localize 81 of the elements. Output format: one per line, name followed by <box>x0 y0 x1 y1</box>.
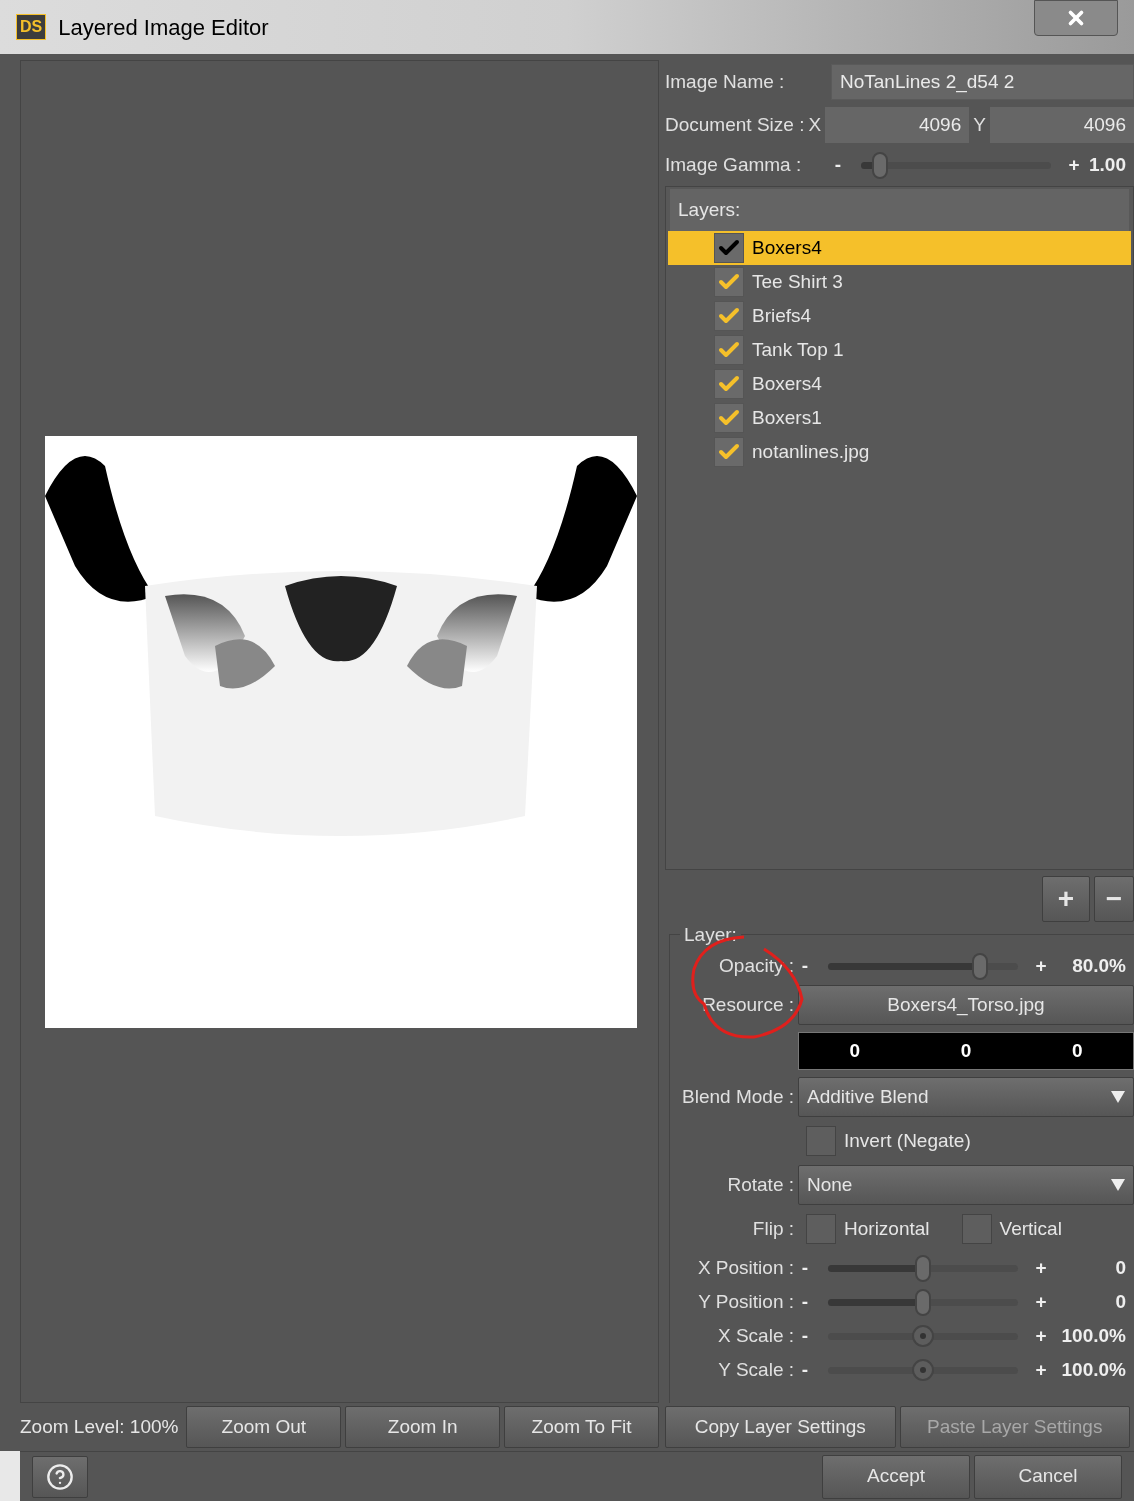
dropdown[interactable]: Additive Blend <box>798 1077 1134 1117</box>
window-title: Layered Image Editor <box>58 13 269 42</box>
minus-sign: - <box>800 1323 810 1348</box>
slider-thumb[interactable] <box>912 1358 934 1381</box>
layers-header: Layers: <box>670 189 1129 231</box>
plus-sign: + <box>1067 152 1081 177</box>
layer-item[interactable]: Boxers4 <box>668 367 1131 401</box>
field-label: Y Position : <box>698 1289 794 1314</box>
field-label: Blend Mode : <box>682 1084 794 1109</box>
minus-sign: - <box>800 1357 810 1382</box>
slider-value: 80.0% <box>1072 953 1127 978</box>
layer-item[interactable]: Boxers1 <box>668 401 1131 435</box>
color-field[interactable]: 0 0 0 <box>798 1032 1134 1070</box>
plus-sign: + <box>1034 1289 1048 1314</box>
slider-thumb[interactable] <box>972 952 988 980</box>
axis-label: X <box>808 112 822 137</box>
app-logo: DS <box>16 14 47 40</box>
minus-sign: - <box>833 152 843 177</box>
checkbox[interactable] <box>714 369 744 399</box>
help-button[interactable] <box>32 1455 88 1498</box>
field-label: Document Size : <box>665 112 805 137</box>
image-name-field[interactable]: NoTanLines 2_d54 2 <box>831 64 1134 100</box>
plus-sign: + <box>1034 953 1048 978</box>
checkbox[interactable] <box>714 233 744 263</box>
slider-thumb[interactable] <box>872 151 888 179</box>
field-label: Image Gamma : <box>665 152 803 177</box>
checkbox[interactable] <box>714 437 744 467</box>
dialog-button[interactable]: Accept <box>822 1454 970 1499</box>
checkbox-label: Horizontal <box>844 1216 930 1241</box>
layer-settings-button[interactable]: Copy Layer Settings <box>665 1406 896 1448</box>
zoom-button[interactable]: Zoom Out <box>186 1406 342 1448</box>
checkbox[interactable] <box>806 1214 836 1244</box>
zoom-button[interactable]: Zoom To Fit <box>504 1406 659 1448</box>
field-label: Resource : <box>702 992 794 1017</box>
help-icon <box>46 1462 74 1491</box>
minus-sign: - <box>800 1289 810 1314</box>
minus-sign: - <box>800 1255 810 1280</box>
caret-icon <box>1111 1179 1125 1191</box>
slider-value: 100.0% <box>1061 1357 1127 1382</box>
slider-value: 100.0% <box>1061 1323 1127 1348</box>
plus-sign: + <box>1034 1323 1048 1348</box>
plus-sign: + <box>1034 1357 1048 1382</box>
remove-layer-button[interactable]: − <box>1094 876 1134 922</box>
checkbox-label: Invert (Negate) <box>844 1128 971 1153</box>
field-label: X Scale : <box>717 1323 794 1348</box>
checkbox[interactable] <box>961 1214 992 1244</box>
resource-button[interactable]: Boxers4_Torso.jpg <box>798 985 1134 1025</box>
layer-item[interactable]: Boxers4 <box>668 231 1131 265</box>
layer-item[interactable]: notanlines.jpg <box>668 435 1131 469</box>
slider-thumb[interactable] <box>915 1254 931 1282</box>
layer-item[interactable]: Tank Top 1 <box>668 333 1131 367</box>
minus-sign: - <box>800 953 810 978</box>
zoom-button[interactable]: Zoom In <box>345 1406 501 1448</box>
dialog-button[interactable]: Cancel <box>974 1454 1122 1499</box>
layer-item[interactable]: Briefs4 <box>668 299 1131 333</box>
checkbox[interactable] <box>714 267 744 297</box>
checkbox[interactable] <box>714 335 744 365</box>
plus-sign: + <box>1034 1255 1048 1280</box>
axis-label: Y <box>973 112 986 137</box>
checkbox[interactable] <box>714 403 744 433</box>
layer-item[interactable]: Tee Shirt 3 <box>668 265 1131 299</box>
field-label: Flip : <box>752 1216 794 1241</box>
slider-value: 0 <box>1115 1255 1127 1280</box>
field-label: Y Scale : <box>718 1357 794 1382</box>
caret-icon <box>1111 1091 1125 1103</box>
height-field[interactable]: 4096 <box>989 107 1134 143</box>
width-field[interactable]: 4096 <box>825 107 970 143</box>
checkbox-label: Vertical <box>999 1216 1062 1241</box>
field-label: Rotate : <box>727 1172 794 1197</box>
slider-value: 0 <box>1115 1289 1127 1314</box>
slider-value: 1.00 <box>1089 152 1127 177</box>
field-label: Image Name : <box>665 69 786 94</box>
field-label: X Position : <box>697 1255 794 1280</box>
slider-thumb[interactable] <box>912 1324 934 1347</box>
close-button[interactable] <box>1034 0 1118 36</box>
checkbox[interactable] <box>714 301 744 331</box>
dropdown[interactable]: None <box>798 1165 1134 1205</box>
zoom-level-label: Zoom Level: 100% <box>20 1414 179 1439</box>
slider-thumb[interactable] <box>915 1288 931 1316</box>
checkbox[interactable] <box>806 1126 836 1156</box>
add-layer-button[interactable]: + <box>1042 876 1090 922</box>
